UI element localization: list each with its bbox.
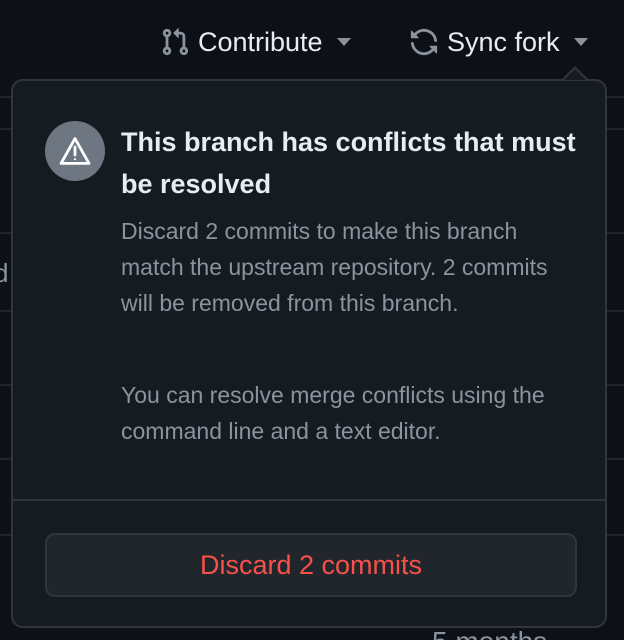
- popover-divider: [13, 499, 605, 501]
- contribute-button[interactable]: Contribute: [160, 22, 351, 62]
- repository-page: d 5 months Contribute Sync fork: [0, 0, 624, 640]
- background-partial-text: d: [0, 258, 9, 288]
- sync-icon: [409, 27, 439, 57]
- sync-fork-button[interactable]: Sync fork: [409, 22, 588, 62]
- contribute-label: Contribute: [198, 26, 323, 57]
- alert-icon: [45, 121, 105, 181]
- repo-toolbar: Contribute Sync fork: [0, 0, 624, 84]
- git-pull-request-icon: [160, 27, 190, 57]
- background-timestamp: 5 months: [432, 626, 547, 640]
- discard-commits-button[interactable]: Discard 2 commits: [45, 533, 577, 597]
- triangle-down-icon: [573, 38, 588, 46]
- sync-fork-label: Sync fork: [447, 26, 560, 57]
- sync-fork-popover: This branch has conflicts that must be r…: [11, 79, 607, 628]
- popover-title: This branch has conflicts that must be r…: [121, 127, 576, 199]
- triangle-down-icon: [336, 38, 351, 46]
- popover-description: Discard 2 commits to make this branch ma…: [121, 218, 548, 316]
- popover-hint: You can resolve merge conflicts using th…: [121, 382, 545, 444]
- popover-arrow-fill: [564, 69, 586, 80]
